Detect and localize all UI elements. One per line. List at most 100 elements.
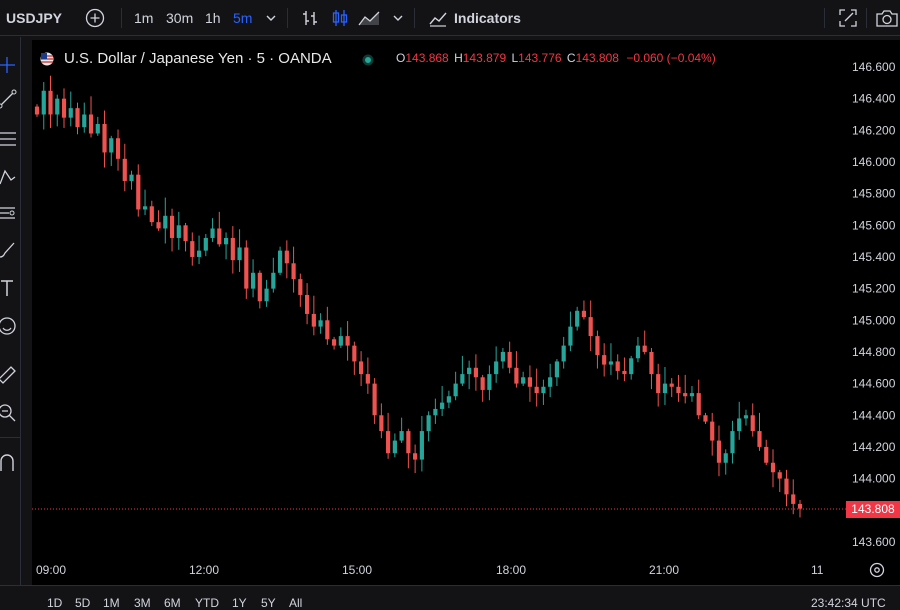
candle-down <box>325 320 330 340</box>
candle-up <box>82 114 87 128</box>
candle-up <box>440 402 445 409</box>
candle-down <box>386 431 391 454</box>
candle-up <box>203 237 208 251</box>
price-tick-label: 143.600 <box>852 535 896 549</box>
candle-down <box>359 361 364 375</box>
candle-down <box>676 386 681 394</box>
time-tick-label: 12:00 <box>189 563 219 577</box>
change-value: −0.060 (−0.04%) <box>626 51 716 65</box>
candle-down <box>710 421 715 441</box>
candle-down <box>588 317 593 337</box>
candle-down <box>244 247 249 289</box>
candle-up <box>730 431 735 454</box>
range-5d[interactable]: 5D <box>75 596 90 610</box>
candle-up <box>460 374 465 384</box>
symbol-title: U.S. Dollar / Japanese Yen · 5 · OANDA <box>64 50 332 67</box>
range-1d[interactable]: 1D <box>47 596 62 610</box>
price-tick-label: 146.200 <box>852 123 896 137</box>
candle-up <box>723 453 728 463</box>
candle-down <box>764 446 769 463</box>
range-1y[interactable]: 1Y <box>232 596 247 610</box>
candle-down <box>683 393 688 397</box>
candle-down <box>75 108 80 128</box>
candle-down <box>34 106 40 115</box>
ohlc-values: O143.868 H143.879 L143.776 C143.808 −0.0… <box>396 51 716 65</box>
candle-down <box>716 440 722 463</box>
time-tick-label: 11 <box>811 563 824 577</box>
range-3m[interactable]: 3M <box>134 596 151 610</box>
candlestick-chart[interactable]: 146.600 146.400 146.200 146.000 145.800 145.6… <box>0 0 900 605</box>
candle-down <box>770 462 776 473</box>
last-price-tag: 143.808 <box>846 501 900 518</box>
candle-up <box>689 393 695 397</box>
candle-down <box>345 336 350 346</box>
candle-down <box>88 114 94 134</box>
candle-down <box>750 415 755 432</box>
candle-up <box>446 396 451 403</box>
candle-up <box>541 386 546 394</box>
candle-up <box>399 431 404 441</box>
candle-down <box>649 351 654 375</box>
range-1m[interactable]: 1M <box>103 596 120 610</box>
candle-down <box>757 431 762 447</box>
candle-up <box>55 98 60 115</box>
high-value: 143.879 <box>462 51 507 65</box>
candle-up <box>392 440 397 454</box>
candle-down <box>284 250 289 264</box>
candle-down <box>379 415 384 432</box>
candle-down <box>413 453 418 460</box>
price-tick-label: 144.000 <box>852 472 896 486</box>
candle-down <box>777 472 782 479</box>
candle-down <box>183 225 188 242</box>
candle-down <box>190 241 195 257</box>
price-tick-label: 145.000 <box>852 313 896 327</box>
settings-icon[interactable] <box>869 562 885 578</box>
price-tick-label: 146.400 <box>852 92 896 106</box>
candle-up <box>426 415 431 432</box>
candle-down <box>656 374 661 394</box>
range-6m[interactable]: 6M <box>164 596 181 610</box>
candle-up <box>487 374 492 390</box>
candle-down <box>372 383 377 416</box>
candle-up <box>264 288 269 302</box>
candle-up <box>210 228 215 238</box>
utc-clock[interactable]: 23:42:34 UTC <box>811 596 886 610</box>
candle-down <box>480 377 485 390</box>
candle-up <box>163 215 168 229</box>
time-tick-label: 21:00 <box>649 563 679 577</box>
candle-up <box>608 361 614 365</box>
candle-down <box>791 494 796 504</box>
candle-down <box>696 393 701 416</box>
candle-up <box>176 225 181 238</box>
low-value: 143.776 <box>518 51 562 65</box>
candle-down <box>169 215 175 238</box>
candle-down <box>122 158 127 181</box>
candle-down <box>61 98 67 118</box>
price-tick-label: 144.400 <box>852 408 896 422</box>
candle-up <box>635 345 641 359</box>
candle-down <box>615 361 620 371</box>
candle-down <box>784 478 789 495</box>
candle-up <box>453 383 458 397</box>
price-tick-label: 144.800 <box>852 345 896 359</box>
candle-up <box>142 206 148 210</box>
range-ytd[interactable]: YTD <box>195 596 219 610</box>
high-label: H <box>454 51 463 65</box>
price-tick-label: 144.600 <box>852 377 896 391</box>
candle-up <box>737 418 742 432</box>
candle-down <box>473 367 478 378</box>
candle-up <box>318 320 323 327</box>
market-status-icon[interactable] <box>362 54 374 66</box>
candle-down <box>642 345 647 352</box>
candle-down <box>602 355 607 365</box>
candle-down <box>352 345 357 362</box>
range-5y[interactable]: 5Y <box>261 596 276 610</box>
candle-up <box>419 431 424 460</box>
candle-up <box>250 272 256 289</box>
candle-down <box>514 367 519 384</box>
candle-down <box>230 237 235 261</box>
candle-up <box>223 237 229 245</box>
candle-down <box>291 263 296 280</box>
range-all[interactable]: All <box>289 596 302 610</box>
close-label: C <box>566 51 576 65</box>
